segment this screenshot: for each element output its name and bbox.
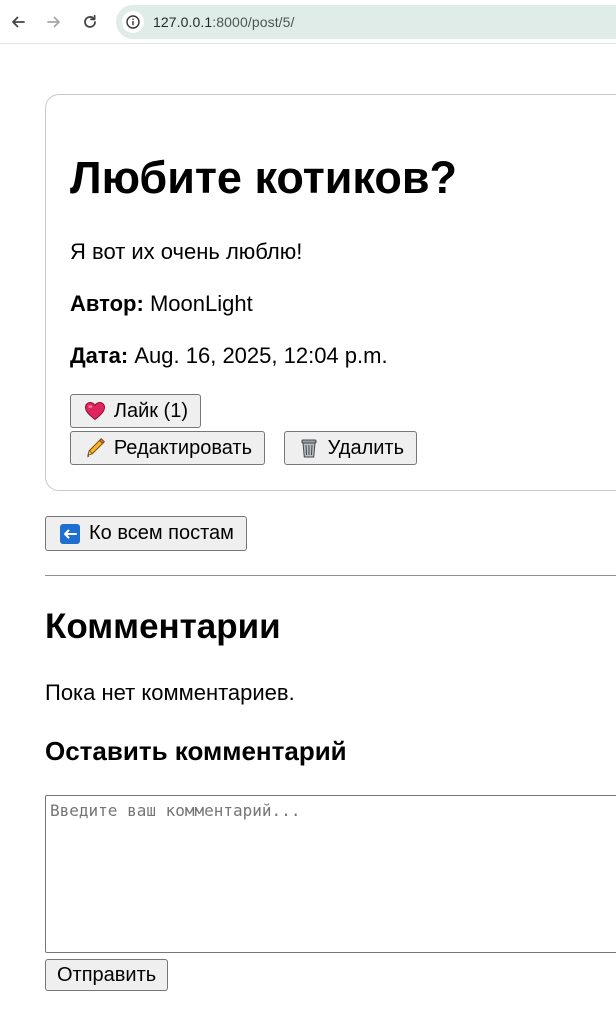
back-to-posts-button[interactable]: Ко всем постам (45, 516, 247, 551)
post-author: Автор: MoonLight (70, 291, 253, 317)
comment-input[interactable] (45, 795, 616, 953)
heart-icon (83, 399, 107, 423)
arrow-right-icon (47, 16, 60, 28)
post-date: Дата: Aug. 16, 2025, 12:04 p.m. (70, 343, 388, 369)
arrow-left-icon (12, 16, 25, 28)
forward-button[interactable] (42, 10, 66, 34)
post-title: Любите котиков? (70, 152, 458, 203)
edit-label: Редактировать (113, 436, 252, 459)
post-card: Любите котиков? Я вот их очень люблю! Ав… (45, 94, 616, 491)
url-host: 127.0.0.1 (153, 14, 213, 30)
submit-comment-button[interactable]: Отправить (45, 959, 168, 991)
address-bar[interactable]: 127.0.0.1:8000/post/5/ (116, 5, 616, 39)
url-path: :8000/post/5/ (212, 14, 295, 30)
site-info-icon (126, 15, 140, 29)
back-to-posts-label: Ко всем постам (89, 522, 234, 544)
date-label: Дата: (70, 343, 129, 368)
delete-label: Удалить (327, 436, 404, 459)
post-body: Я вот их очень люблю! (70, 239, 303, 264)
like-label: Лайк (1) (113, 399, 188, 422)
author-name: MoonLight (149, 291, 253, 316)
comments-title: Комментарии (45, 607, 281, 646)
date-value: Aug. 16, 2025, 12:04 p.m. (134, 343, 388, 368)
reload-icon (84, 14, 96, 28)
like-button[interactable]: Лайк (1) (70, 394, 201, 428)
edit-button[interactable]: Редактировать (70, 431, 265, 465)
reload-button[interactable] (78, 10, 102, 34)
site-info-button[interactable] (122, 11, 144, 33)
no-comments-text: Пока нет комментариев. (45, 680, 295, 705)
divider (45, 575, 616, 576)
submit-label: Отправить (57, 963, 157, 986)
comment-form-title: Оставить комментарий (45, 736, 347, 766)
left-arrow-box-icon (58, 522, 82, 546)
url-text[interactable]: 127.0.0.1:8000/post/5/ (153, 14, 295, 30)
delete-button[interactable]: Удалить (284, 431, 417, 465)
trash-can-icon (297, 436, 321, 460)
back-button[interactable] (6, 10, 30, 34)
author-label: Автор: (70, 291, 144, 316)
pencil-icon (83, 436, 107, 460)
browser-toolbar: 127.0.0.1:8000/post/5/ (0, 0, 616, 44)
